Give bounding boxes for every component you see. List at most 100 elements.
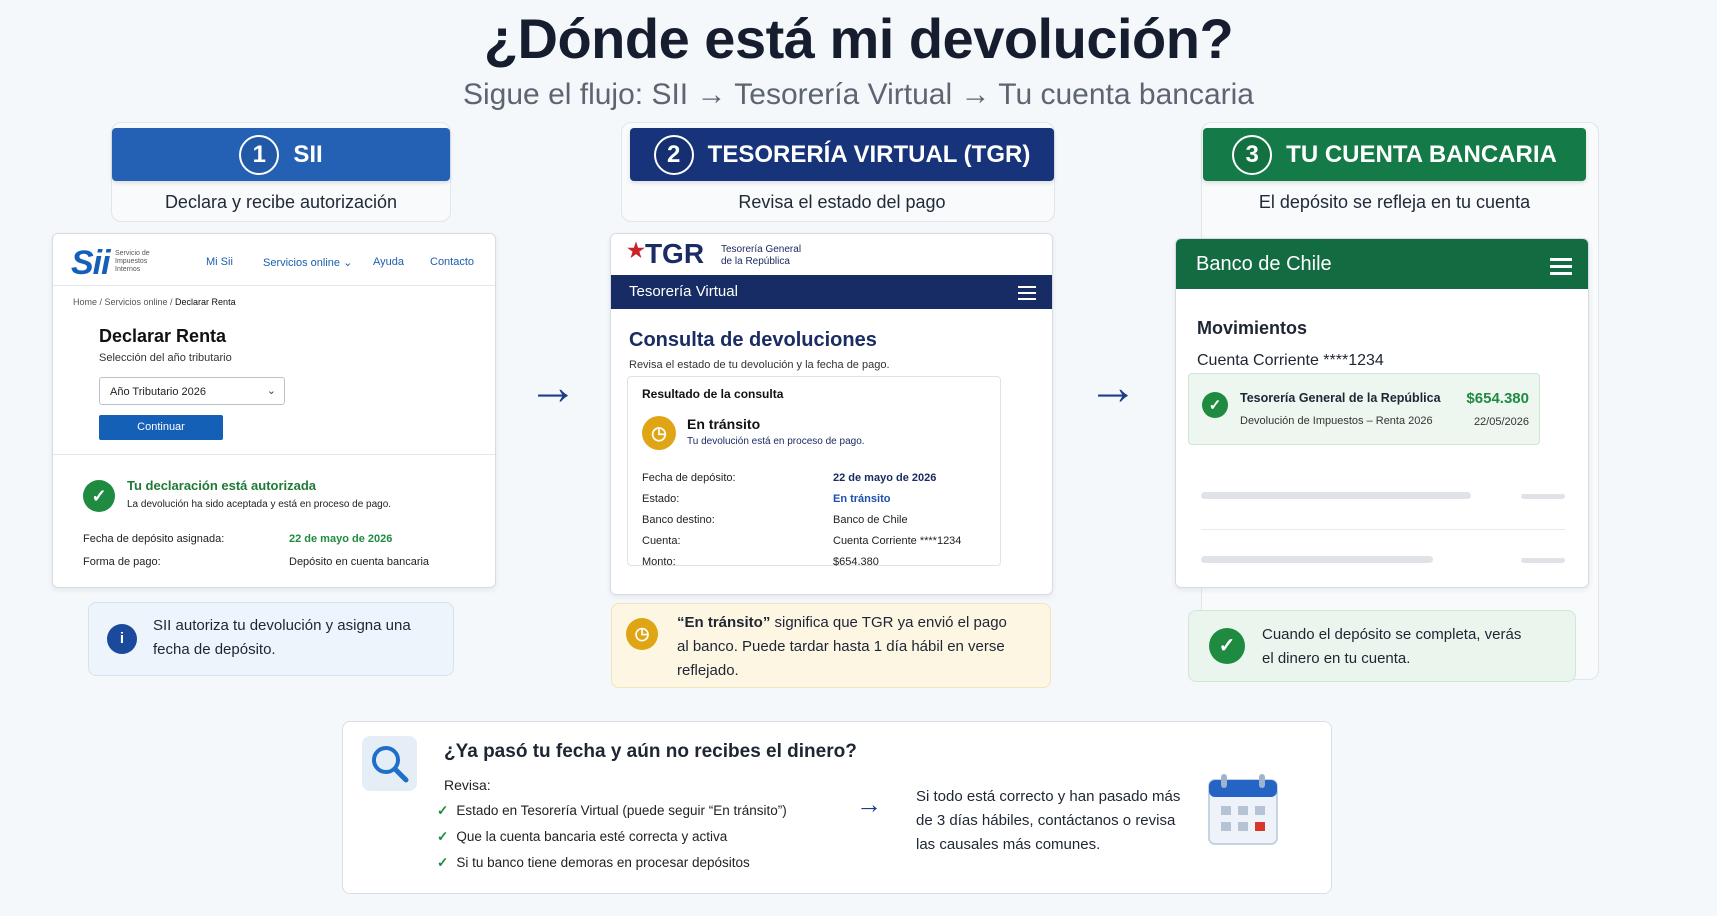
chevron-down-icon: ⌄ [266,385,276,397]
info-icon: i [107,624,137,654]
help-box: ¿Ya pasó tu fecha y aún no recibes el di… [342,721,1332,894]
step-2-label: TESORERÍA VIRTUAL (TGR) [707,140,1031,168]
tx-date: 22/05/2026 [1473,416,1529,428]
sii-mock-page: Sii Servicio de Impuestos Internos Mi Si… [52,233,496,588]
placeholder-line [1201,492,1471,499]
bank-header: Banco de Chile [1176,239,1588,289]
help-check-item: ✓ Estado en Tesorería Virtual (puede segu… [437,803,787,819]
step-2-number: 2 [653,134,694,175]
sii-payment-method-value: Depósito en cuenta bancaria [289,556,430,568]
help-check-text: Que la cuenta bancaria esté correcta y a… [456,829,728,844]
tgr-info-text: “En tránsito” significa que TGR ya envió… [677,611,1007,683]
sii-status-title: Tu declaración está autorizada [127,478,317,493]
bank-section-title: Movimientos [1197,318,1308,338]
bank-mock-app: Banco de Chile Movimientos Cuenta Corrie… [1175,238,1589,588]
tgr-logo-sub-line1: Tesorería General [721,244,802,255]
placeholder-line [1521,494,1565,499]
tgr-info-box: ◷ “En tránsito” significa que TGR ya env… [611,603,1051,688]
sii-logo: Sii [71,244,111,282]
help-check-label: Revisa: [444,777,491,793]
step-3-number: 3 [1232,134,1273,175]
check-circle-icon: ✓ [1202,392,1228,418]
page-subtitle: Sigue el flujo: SII → Tesorería Virtual … [463,78,1254,111]
sii-info-box: i SII autoriza tu devolución y asigna un… [88,602,454,676]
check-icon: ✓ [437,855,449,870]
tgr-row-value: 22 de mayo de 2026 [833,472,937,484]
tgr-logo-text: TGR [644,238,705,269]
help-advice: Si todo está correcto y han pasado más d… [916,788,1181,853]
step-3-desc: El depósito se refleja en tu cuenta [1258,192,1531,212]
arrow-right-icon: → [528,359,578,415]
tgr-subheading: Revisa el estado de tu devolución y la f… [629,359,890,371]
bank-info-box: ✓ Cuando el depósito se completa, verás … [1188,610,1576,682]
tx-amount: $654.380 [1466,390,1529,407]
sii-subheading: Selección del año tributario [99,352,232,364]
help-check-text: Estado en Tesorería Virtual (puede segui… [456,803,787,818]
tgr-row-label: Monto: [642,556,676,568]
bank-transaction-row[interactable]: ✓ Tesorería General de la República Devo… [1188,373,1540,445]
step-2-header: 2 TESORERÍA VIRTUAL (TGR) [630,128,1054,181]
tgr-row-value: En tránsito [833,493,891,505]
sii-nav-mi-sii[interactable]: Mi Sii [206,256,233,268]
tgr-mock-page: ★TGR Tesorería General de la República T… [610,233,1053,595]
step-3-label: TU CUENTA BANCARIA [1286,140,1557,168]
breadcrumb-current: Declarar Renta [175,297,236,307]
sii-status-text: La devolución ha sido aceptada y está en… [127,499,392,510]
sii-logo-subtitle: Servicio de Impuestos Internos [115,250,150,273]
tx-title: Tesorería General de la República [1240,391,1441,405]
arrow-right-icon: → [856,789,882,819]
step-1-label: SII [293,140,323,168]
sii-deposit-date-label: Fecha de depósito asignada: [83,533,225,545]
tgr-status: En tránsito [687,416,761,432]
tgr-result-title: Resultado de la consulta [642,387,784,401]
sii-nav-contacto[interactable]: Contacto [430,256,474,268]
tgr-row-label: Fecha de depósito: [642,472,736,484]
sii-nav-servicios[interactable]: Servicios online ⌄ [263,256,352,269]
bank-name: Banco de Chile [1196,253,1332,275]
search-icon [372,746,409,783]
sii-payment-method-label: Forma de pago: [83,556,161,568]
tax-year-value: Año Tributario 2026 [110,386,207,398]
step-3-header: 3 TU CUENTA BANCARIA [1203,128,1586,181]
tgr-row-value: Cuenta Corriente ****1234 [833,535,962,547]
tgr-row-value: $654.380 [833,556,879,568]
sii-heading: Declarar Renta [99,326,227,346]
tgr-logo: ★TGR [627,238,704,270]
check-circle-icon: ✓ [1209,628,1245,664]
menu-icon[interactable] [1550,258,1572,279]
calendar-icon [1208,774,1278,845]
tgr-logo-sub-line2: de la República [721,256,790,267]
help-check-item: ✓ Que la cuenta bancaria esté correcta y … [437,829,727,845]
check-icon: ✓ [437,829,449,844]
step-1-desc: Declara y recibe autorización [164,192,398,212]
check-circle-icon: ✓ [83,480,115,512]
bank-info-text: Cuando el depósito se completa, verás el… [1262,626,1522,667]
continue-button[interactable]: Continuar [99,415,223,440]
star-icon: ★ [627,240,645,262]
tgr-heading: Consulta de devoluciones [629,329,877,351]
sii-nav-ayuda[interactable]: Ayuda [373,256,404,268]
step-2-desc: Revisa el estado del pago [738,192,946,212]
help-check-text: Si tu banco tiene demoras en procesar de… [456,855,750,870]
tax-year-select[interactable]: Año Tributario 2026 ⌄ [99,377,285,405]
placeholder-line [1201,556,1433,563]
row-divider [1201,529,1565,530]
sii-info-text: SII autoriza tu devolución y asigna una … [153,617,411,658]
search-icon-tile [362,736,417,791]
step-1-number: 1 [239,134,280,175]
tgr-row-label: Estado: [642,493,680,505]
sii-divider [53,454,495,455]
step-1-header: 1 SII [112,128,450,181]
clock-icon: ◷ [626,618,658,650]
clock-icon: ◷ [642,416,676,450]
tgr-bar-title: Tesorería Virtual [629,283,738,300]
menu-icon[interactable] [1018,286,1036,304]
check-icon: ✓ [437,803,449,818]
tgr-logo-subtitle: Tesorería General de la República [721,244,801,268]
tgr-nav-bar: Tesorería Virtual [611,275,1052,309]
help-check-item: ✓ Si tu banco tiene demoras en procesar d… [437,855,750,871]
tgr-status-text: Tu devolución está en proceso de pago. [687,436,865,447]
breadcrumb-home[interactable]: Home / Servicios online / [73,297,175,307]
tgr-info-bold: “En tránsito” [677,614,771,631]
breadcrumb: Home / Servicios online / Declarar Renta [73,297,236,307]
